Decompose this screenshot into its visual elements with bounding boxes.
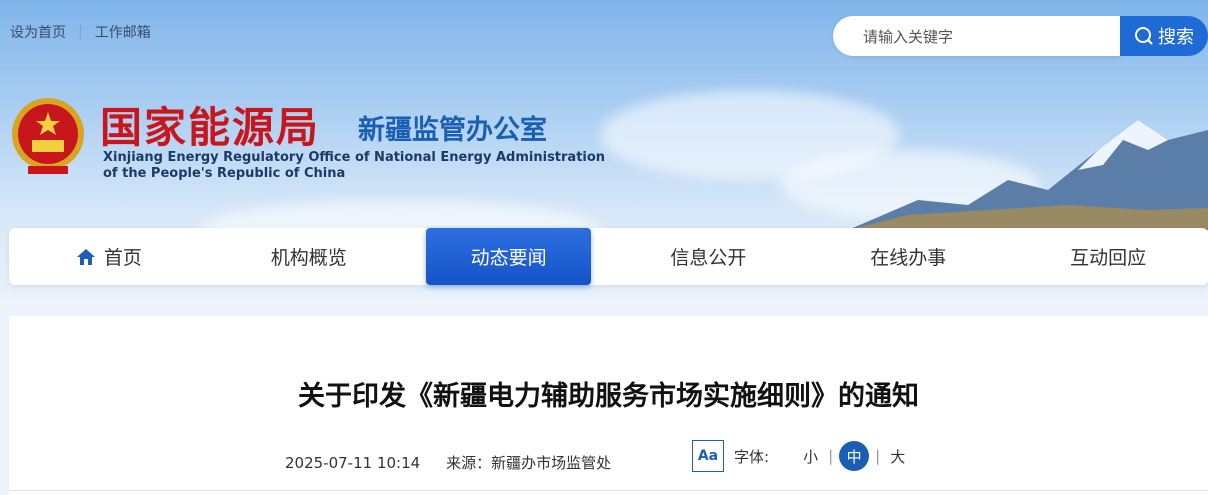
nav-item-label: 机构概览 bbox=[270, 247, 347, 269]
search-input[interactable]: 请输入关键字 bbox=[833, 16, 1120, 56]
search-button[interactable]: 搜索 bbox=[1120, 16, 1208, 56]
search-icon bbox=[1135, 27, 1153, 45]
article-date: 2025-07-11 10:14 bbox=[285, 453, 421, 472]
font-size-large-button[interactable]: 大 bbox=[890, 446, 905, 467]
top-links: 设为首页 | 工作邮箱 bbox=[10, 22, 151, 42]
nav-item-organization[interactable]: 机构概览 bbox=[209, 228, 409, 285]
site-title-english: Xinjiang Energy Regulatory Office of Nat… bbox=[103, 150, 605, 182]
home-icon bbox=[76, 248, 95, 265]
font-size-medium-button[interactable]: 中 bbox=[839, 441, 870, 471]
title-en-line2: of the People's Republic of China bbox=[103, 166, 346, 181]
nav-item-label: 互动回应 bbox=[1070, 247, 1147, 269]
nav-item-disclosure[interactable]: 信息公开 bbox=[608, 228, 808, 285]
title-en-line1: Xinjiang Energy Regulatory Office of Nat… bbox=[103, 150, 606, 165]
national-emblem-icon bbox=[12, 98, 84, 174]
article-panel: 关于印发《新疆电力辅助服务市场实施细则》的通知 2025-07-11 10:14… bbox=[9, 316, 1208, 495]
font-size-icon: Aa bbox=[692, 440, 724, 472]
search-bar: 请输入关键字 搜索 bbox=[833, 16, 1208, 56]
article-meta: 2025-07-11 10:14 来源：新疆办市场监管处 bbox=[285, 452, 611, 473]
site-subtitle: 新疆监管办公室 bbox=[358, 115, 547, 146]
set-homepage-link[interactable]: 设为首页 bbox=[10, 22, 66, 42]
work-email-link[interactable]: 工作邮箱 bbox=[95, 22, 151, 42]
site-title: 国家能源局 bbox=[100, 103, 321, 152]
font-size-control: Aa 字体: 小 | 中 | 大 bbox=[692, 440, 915, 472]
main-nav: 首页 机构概览 动态要闻 信息公开 在线办事 互动回应 bbox=[9, 228, 1208, 285]
divider-line bbox=[9, 490, 1208, 491]
search-button-label: 搜索 bbox=[1158, 27, 1194, 48]
nav-item-label: 信息公开 bbox=[670, 247, 747, 269]
article-title: 关于印发《新疆电力辅助服务市场实施细则》的通知 bbox=[298, 381, 919, 412]
nav-item-home[interactable]: 首页 bbox=[9, 228, 209, 285]
nav-item-news[interactable]: 动态要闻 bbox=[425, 228, 592, 285]
nav-item-online-services[interactable]: 在线办事 bbox=[808, 228, 1008, 285]
nav-item-interaction[interactable]: 互动回应 bbox=[1008, 228, 1208, 285]
font-size-label: 字体: bbox=[734, 447, 770, 466]
article-source: 来源：新疆办市场监管处 bbox=[446, 454, 612, 472]
mountain-illustration bbox=[848, 120, 1208, 230]
divider: | bbox=[875, 447, 881, 465]
nav-item-label: 首页 bbox=[103, 247, 142, 269]
nav-item-label: 动态要闻 bbox=[470, 247, 547, 269]
divider: | bbox=[78, 24, 83, 40]
font-size-small-button[interactable]: 小 bbox=[803, 446, 818, 467]
nav-item-label: 在线办事 bbox=[870, 247, 947, 269]
divider: | bbox=[828, 447, 834, 465]
